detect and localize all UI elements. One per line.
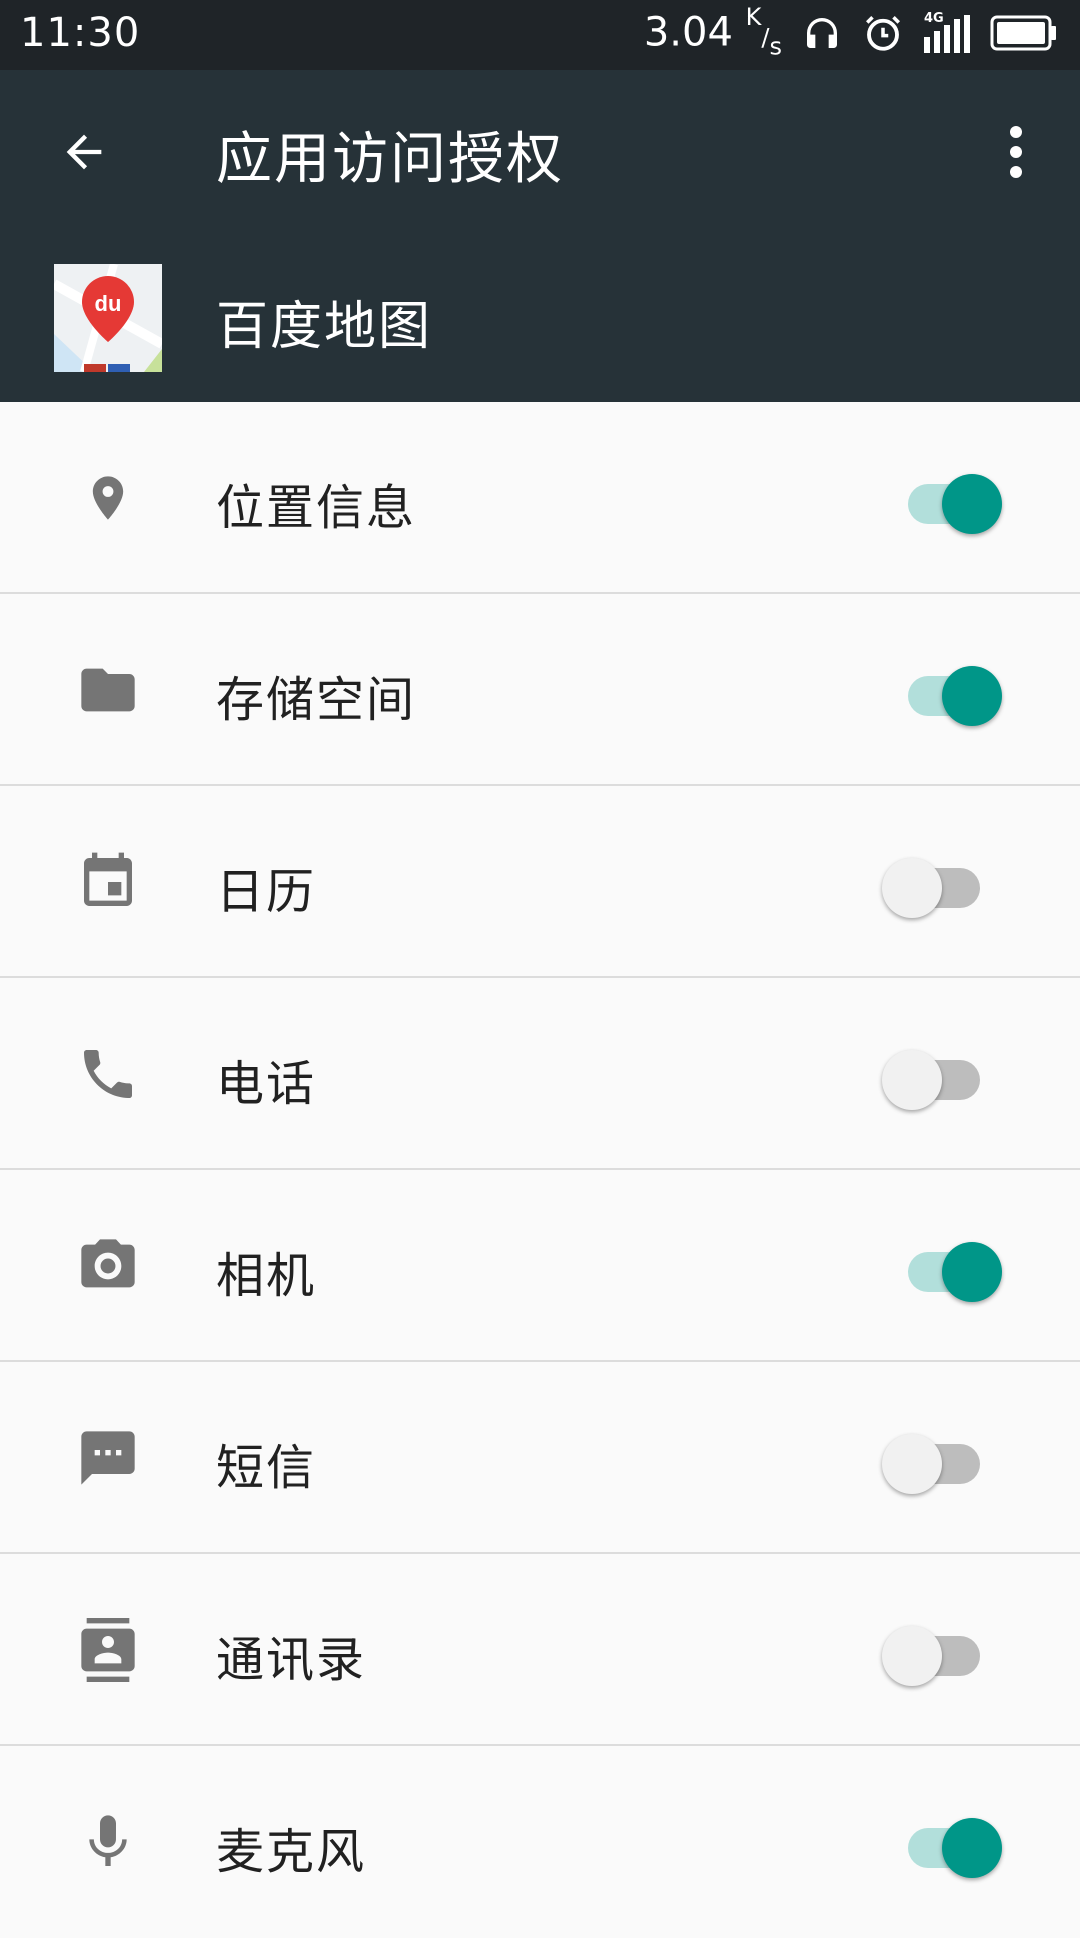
permission-toggle-location[interactable] <box>882 472 1006 534</box>
permission-row-microphone[interactable]: 麦克风 <box>0 1746 1080 1938</box>
status-bar: 11:30 3.04 K/s 4G <box>0 0 1080 70</box>
overflow-menu-button[interactable] <box>988 116 1044 188</box>
phone-icon <box>72 1038 144 1110</box>
baidu-map-app-icon: du <box>51 262 165 374</box>
app-bar: 应用访问授权 <box>0 70 1080 234</box>
folder-icon <box>72 654 144 726</box>
permission-row-phone[interactable]: 电话 <box>0 978 1080 1170</box>
page-title: 应用访问授权 <box>216 127 564 192</box>
permission-row-calendar[interactable]: 日历 <box>0 786 1080 978</box>
permission-row-location[interactable]: 位置信息 <box>0 402 1080 594</box>
headphones-icon <box>802 13 842 57</box>
back-button[interactable] <box>48 116 120 188</box>
camera-icon <box>72 1230 144 1302</box>
permission-label: 日历 <box>216 864 317 920</box>
location-icon <box>72 462 144 534</box>
message-icon <box>72 1422 144 1494</box>
app-name: 百度地图 <box>216 297 433 357</box>
network-speed-unit-top: K <box>745 3 762 32</box>
permission-row-contacts[interactable]: 通讯录 <box>0 1554 1080 1746</box>
permission-toggle-sms[interactable] <box>882 1432 1006 1494</box>
network-type: 4G <box>924 11 944 26</box>
permission-toggle-camera[interactable] <box>882 1240 1006 1302</box>
permission-toggle-microphone[interactable] <box>882 1816 1006 1878</box>
permission-label: 短信 <box>216 1440 317 1496</box>
alarm-icon <box>862 12 904 58</box>
status-icons: 3.04 K/s 4G <box>643 3 1058 62</box>
status-time: 11:30 <box>20 10 141 56</box>
battery-icon <box>990 14 1058 56</box>
back-arrow-icon <box>66 134 102 170</box>
signal-4g-icon: 4G <box>924 11 970 55</box>
network-speed-unit-bottom: s <box>769 32 782 61</box>
permission-row-camera[interactable]: 相机 <box>0 1170 1080 1362</box>
network-speed: 3.04 K/s <box>643 3 782 61</box>
app-icon-badge: du <box>95 291 122 316</box>
permission-toggle-contacts[interactable] <box>882 1624 1006 1686</box>
permission-toggle-calendar[interactable] <box>882 856 1006 918</box>
permission-toggle-storage[interactable] <box>882 664 1006 726</box>
app-header: du 百度地图 <box>0 234 1080 402</box>
permission-label: 麦克风 <box>216 1824 367 1880</box>
more-vert-icon <box>1010 126 1022 178</box>
network-speed-value: 3.04 <box>643 9 733 56</box>
permission-list: 位置信息 存储空间 日历 电话 相机 短信 通讯录 麦克风 <box>0 402 1080 1938</box>
permission-label: 存储空间 <box>216 672 417 728</box>
permission-row-sms[interactable]: 短信 <box>0 1362 1080 1554</box>
microphone-icon <box>72 1806 144 1878</box>
permission-toggle-phone[interactable] <box>882 1048 1006 1110</box>
permission-label: 通讯录 <box>216 1632 367 1688</box>
permission-label: 相机 <box>216 1248 317 1304</box>
calendar-icon <box>72 846 144 918</box>
permission-label: 电话 <box>216 1056 317 1112</box>
permission-row-storage[interactable]: 存储空间 <box>0 594 1080 786</box>
permission-label: 位置信息 <box>216 480 417 536</box>
contacts-icon <box>72 1614 144 1686</box>
